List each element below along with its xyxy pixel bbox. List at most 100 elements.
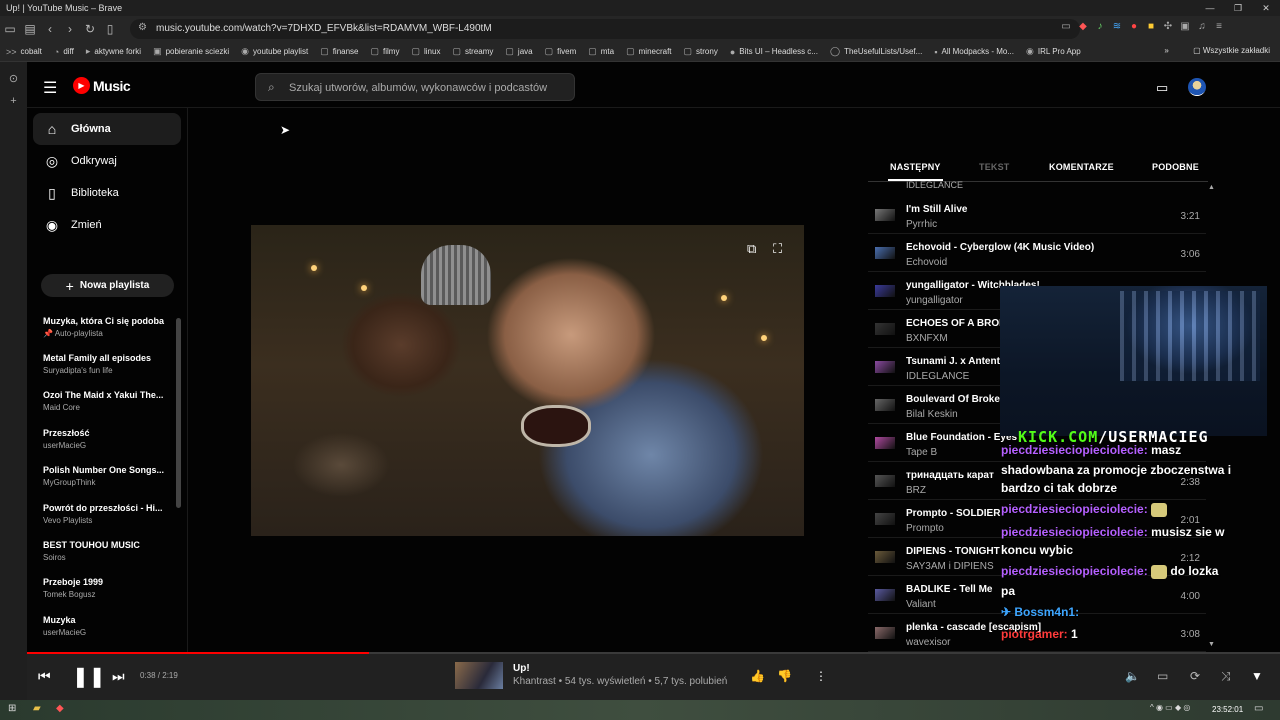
bookmark-item[interactable]: ▢ java	[505, 46, 532, 57]
new-playlist-button[interactable]: + Nowa playlista	[41, 274, 174, 297]
repeat-icon[interactable]: ⟳	[1190, 669, 1200, 683]
bookmark-item[interactable]: ▢ fivem	[545, 46, 577, 57]
fullscreen-icon[interactable]: ⛶	[773, 241, 782, 257]
extension-icon[interactable]: ≋	[1111, 20, 1123, 34]
bookmark-item[interactable]: ▢ streamy	[452, 46, 493, 57]
brave-taskbar-icon[interactable]: ◆	[56, 703, 64, 714]
volume-icon[interactable]: 🔈	[1125, 669, 1140, 683]
wallet-icon[interactable]: ▣	[1179, 20, 1191, 34]
chat-text: 1	[1067, 627, 1078, 641]
all-bookmarks-link[interactable]: » ▢ Wszystkie zakładki	[1164, 46, 1270, 55]
search-box[interactable]: ⌕	[255, 73, 575, 101]
dislike-icon[interactable]: 👎	[777, 669, 792, 683]
menu-icon[interactable]: ≡	[1213, 20, 1225, 34]
bookmark-item[interactable]: ▢ mta	[588, 46, 614, 57]
plus-icon: +	[65, 277, 74, 294]
tray-icons[interactable]: ^ ◉ ▭ ◆ ◎	[1150, 703, 1190, 712]
extension-icon[interactable]: ♪	[1094, 20, 1106, 34]
site-settings-icon[interactable]: ⚙	[138, 22, 147, 33]
now-playing-title[interactable]: Up!	[513, 663, 530, 674]
playlist-item[interactable]: Powrót do przeszłości - Hi... Vevo Playli…	[43, 503, 171, 525]
nav-item-upgrade[interactable]: ◉ Zmień	[33, 209, 181, 241]
queue-item-duration: 3:08	[1180, 629, 1200, 640]
tab-related[interactable]: PODOBNE	[1152, 162, 1199, 172]
sidebar-toggle-icon[interactable]: ▭	[0, 22, 20, 36]
playlist-item[interactable]: Ozoi The Maid x Yakui The... Maid Core	[43, 390, 171, 412]
maximize-button[interactable]: ❐	[1224, 0, 1252, 16]
bookmark-item[interactable]: ▢ strony	[684, 46, 718, 57]
brave-shield-icon[interactable]: ◆	[1077, 20, 1089, 34]
bookmark-item[interactable]: ◔ diff	[54, 47, 74, 57]
queue-item[interactable]: Echovoid - Cyberglow (4K Music Video) Ec…	[868, 234, 1206, 272]
extension-icon[interactable]: ▭	[1060, 20, 1072, 34]
notifications-icon[interactable]: ▭	[1254, 703, 1263, 714]
playlist-item[interactable]: Muzyka, która Ci się podoba 📌 Auto-playli…	[43, 316, 171, 338]
bookmarks-more-icon[interactable]: »	[1164, 46, 1168, 55]
start-icon[interactable]: ⊞	[8, 703, 16, 714]
ytmusic-logo[interactable]: ▶ Music	[73, 77, 131, 94]
sidebar-panel-icon[interactable]: ⊙	[0, 72, 27, 85]
bookmark-icon[interactable]: ▯	[100, 22, 120, 36]
playlist-item[interactable]: Muzyka userMacieG	[43, 615, 171, 637]
minimize-button[interactable]: —	[1196, 0, 1224, 16]
bookmark-item[interactable]: ◉ youtube playlist	[241, 46, 308, 57]
tab-comments[interactable]: KOMENTARZE	[1049, 162, 1114, 172]
file-explorer-icon[interactable]: ▰	[33, 703, 41, 714]
pause-icon[interactable]: ❚❚	[72, 664, 106, 689]
previous-track-icon[interactable]: ⏮	[38, 668, 51, 685]
like-icon[interactable]: 👍	[750, 669, 765, 683]
back-icon[interactable]: ‹	[40, 22, 60, 36]
forward-icon[interactable]: ›	[60, 22, 80, 36]
nav-scrollbar[interactable]	[176, 318, 181, 508]
captions-icon[interactable]: ▭	[1157, 669, 1168, 683]
extension-icon[interactable]: ■	[1145, 20, 1157, 34]
bookmark-item[interactable]: ◉ IRL Pro App	[1026, 46, 1081, 57]
video-player[interactable]	[251, 225, 804, 536]
media-icon[interactable]: ♫	[1196, 20, 1208, 34]
now-playing-thumbnail[interactable]	[455, 662, 503, 689]
bookmark-item[interactable]: ▢ finanse	[320, 46, 358, 57]
playlist-item[interactable]: Polish Number One Songs... MyGroupThink	[43, 465, 171, 487]
miniplayer-icon[interactable]: ⧉	[747, 241, 756, 257]
bookmark-item[interactable]: ▪ All Modpacks - Mo...	[934, 47, 1014, 57]
chat-message: piecdziesieciopieciolecie: musisz sie w	[1001, 525, 1224, 539]
next-track-icon[interactable]: ⏭	[112, 668, 125, 685]
hamburger-menu-icon[interactable]: ☰	[43, 78, 57, 98]
nav-item-library[interactable]: ▯ Biblioteka	[33, 177, 181, 209]
tab-list-icon[interactable]: ▤	[20, 22, 40, 36]
nav-item-explore[interactable]: ◎ Odkrywaj	[33, 145, 181, 177]
playlist-item[interactable]: Przeboje 1999 Tomek Bogusz	[43, 577, 171, 599]
extension-icon[interactable]: ●	[1128, 20, 1140, 34]
shuffle-icon[interactable]: ⤨	[1221, 669, 1231, 684]
address-bar[interactable]: music.youtube.com/watch?v=7DHXD_EFVBk&li…	[130, 19, 1080, 39]
close-window-button[interactable]: ✕	[1252, 0, 1280, 16]
cast-icon[interactable]: ▭	[1156, 80, 1168, 96]
playlist-item[interactable]: Metal Family all episodes Suryadipta's fu…	[43, 353, 171, 375]
avatar[interactable]	[1188, 78, 1206, 96]
scroll-up-icon[interactable]: ▲	[1208, 184, 1215, 191]
expand-player-icon[interactable]: ▼	[1251, 669, 1263, 683]
bookmark-item[interactable]: ▢ minecraft	[626, 46, 671, 57]
reload-icon[interactable]: ↻	[80, 22, 100, 36]
bookmark-item[interactable]: ▢ linux	[411, 46, 440, 57]
puzzle-icon[interactable]: ✣	[1162, 20, 1174, 34]
bookmark-item[interactable]: ▣ pobieranie sciezki	[153, 46, 229, 57]
chat-username: piecdziesieciopieciolecie:	[1001, 443, 1148, 457]
bookmark-item[interactable]: ◯ TheUsefulLists/Usef...	[830, 46, 922, 57]
tab-lyrics[interactable]: TEKST	[979, 162, 1010, 172]
add-panel-icon[interactable]: +	[0, 95, 27, 107]
more-options-icon[interactable]: ⋮	[815, 669, 827, 683]
bookmark-item[interactable]: ▸ aktywne forki	[86, 46, 141, 57]
bookmark-icon: ▢	[505, 46, 514, 56]
queue-item[interactable]: I'm Still Alive Pyrrhic 3:21	[868, 196, 1206, 234]
playlist-title: Muzyka, która Ci się podoba	[43, 316, 165, 326]
nav-item-home[interactable]: ⌂ Główna	[33, 113, 181, 145]
tab-up-next[interactable]: NASTĘPNY	[888, 162, 943, 181]
scroll-down-icon[interactable]: ▼	[1208, 641, 1215, 648]
bookmark-item[interactable]: >> cobalt	[6, 47, 42, 57]
bookmark-item[interactable]: ▢ filmy	[371, 46, 400, 57]
bookmark-item[interactable]: ● Bits UI – Headless c...	[730, 47, 818, 57]
playlist-item[interactable]: BEST TOUHOU MUSIC Soiros	[43, 540, 171, 562]
playlist-item[interactable]: Przeszłość userMacieG	[43, 428, 171, 450]
search-input[interactable]	[289, 79, 559, 97]
